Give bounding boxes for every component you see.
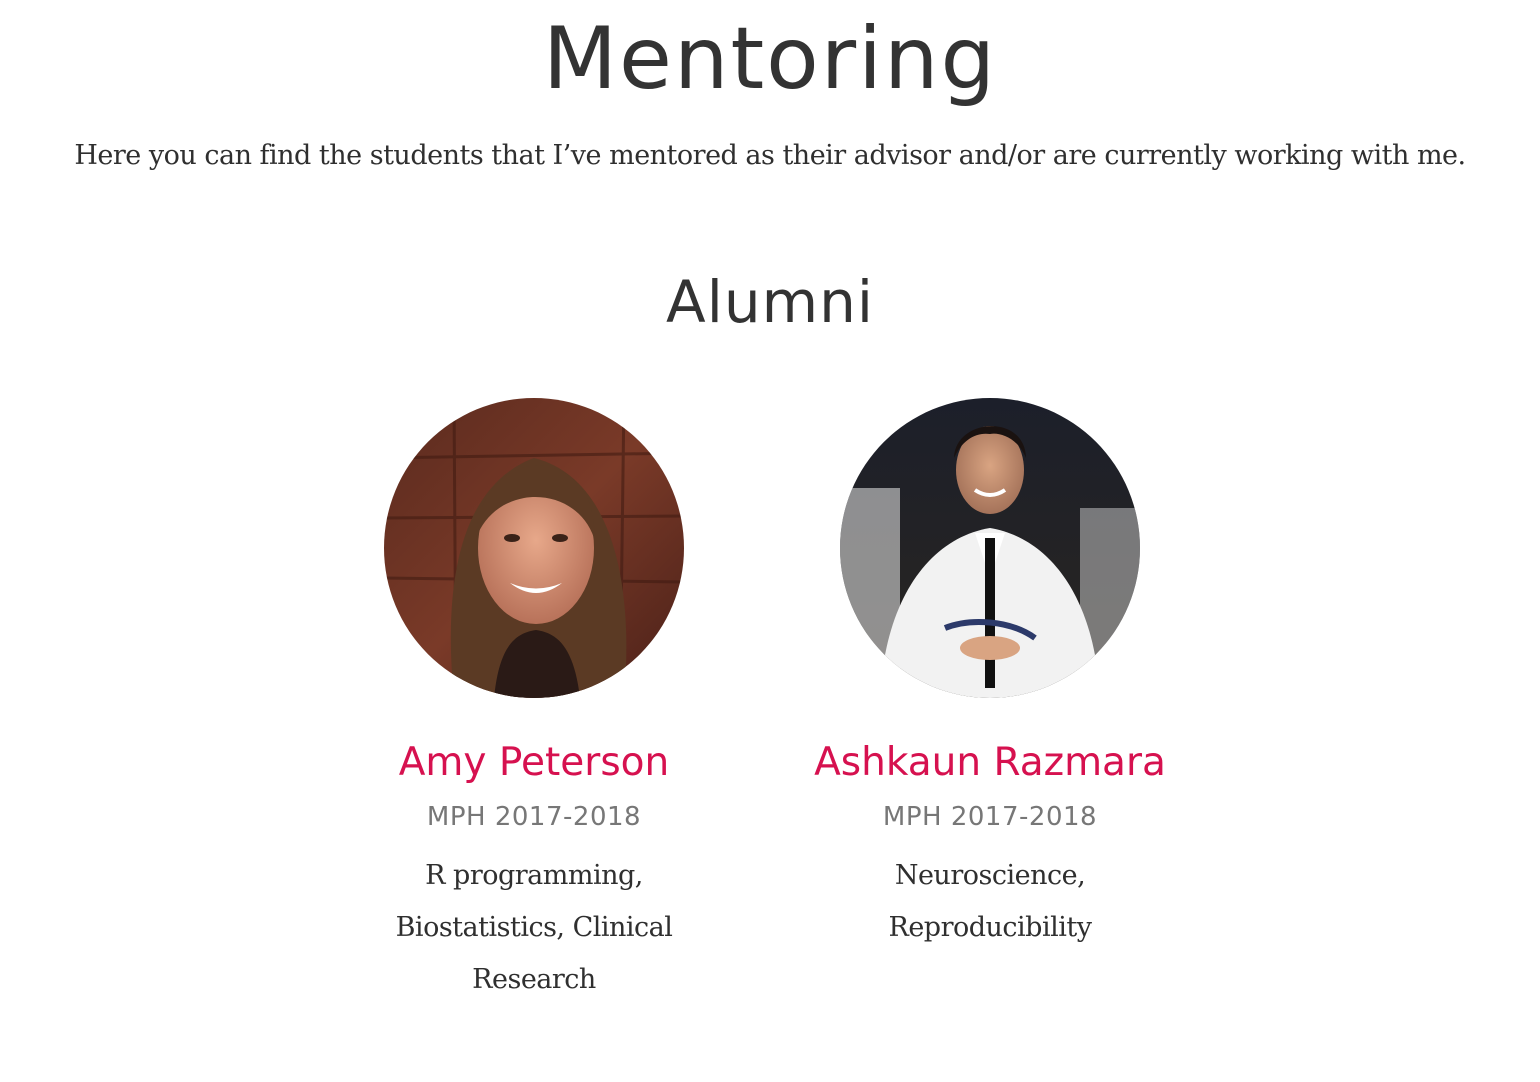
alumni-degree: MPH 2017-2018 — [426, 802, 642, 832]
alumni-card-ashkaun-razmara: Ashkaun Razmara MPH 2017-2018 Neuroscien… — [800, 398, 1180, 954]
alumni-heading: Alumni — [666, 268, 874, 336]
portrait-photo — [384, 398, 684, 698]
alumni-name-link[interactable]: Amy Peterson — [344, 738, 724, 788]
avatar-ashkaun-razmara[interactable] — [840, 398, 1140, 698]
alumni-card-amy-peterson: Amy Peterson MPH 2017-2018 R programming… — [344, 398, 724, 1006]
page-title: Mentoring — [542, 9, 998, 109]
alumni-degree: MPH 2017-2018 — [882, 802, 1098, 832]
alumni-name-link[interactable]: Ashkaun Razmara — [800, 738, 1180, 788]
alumni-interests: R programming, Biostatistics, Clinical R… — [395, 860, 673, 995]
portrait-photo — [840, 398, 1140, 698]
alumni-interests: Neuroscience, Reproducibility — [888, 860, 1092, 943]
page-intro: Here you can find the students that I’ve… — [74, 140, 1466, 171]
avatar-amy-peterson[interactable] — [384, 398, 684, 698]
